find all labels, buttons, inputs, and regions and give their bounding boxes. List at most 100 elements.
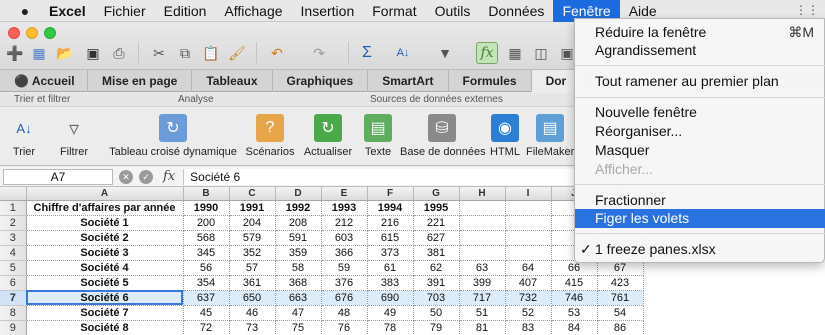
cell[interactable]: 1994 [367, 200, 414, 216]
cell[interactable]: 381 [413, 245, 460, 261]
tab-graphiques[interactable]: Graphiques [273, 70, 369, 92]
cell[interactable]: 423 [597, 275, 644, 291]
formula-builder-icon[interactable]: fx [476, 42, 498, 64]
cell[interactable]: 208 [275, 215, 322, 231]
cell[interactable]: 391 [413, 275, 460, 291]
cell[interactable]: 407 [505, 275, 552, 291]
column-header[interactable]: I [505, 187, 552, 201]
refresh-button[interactable]: ↻ Actualiser [300, 112, 356, 164]
cell[interactable]: 1991 [229, 200, 276, 216]
column-header[interactable]: G [413, 187, 460, 201]
cut-icon[interactable]: ✂ [148, 42, 170, 64]
cell[interactable]: 46 [229, 305, 276, 321]
cell[interactable]: 50 [413, 305, 460, 321]
cell[interactable]: 650 [229, 290, 276, 306]
new-workbook-icon[interactable]: ➕ [4, 42, 26, 64]
templates-icon[interactable]: ▦ [28, 42, 50, 64]
cell[interactable]: 676 [321, 290, 368, 306]
cell[interactable]: 216 [367, 215, 414, 231]
column-header[interactable]: F [367, 187, 414, 201]
cell[interactable] [459, 245, 506, 261]
name-box[interactable]: A7 [3, 168, 113, 185]
cell[interactable]: 204 [229, 215, 276, 231]
cell[interactable]: 627 [413, 230, 460, 246]
column-header[interactable]: D [275, 187, 322, 201]
cell[interactable]: Société 7 [26, 305, 184, 321]
cell[interactable]: 591 [275, 230, 322, 246]
column-header[interactable]: A [26, 187, 184, 201]
cell[interactable]: 49 [367, 305, 414, 321]
menu-item-split[interactable]: Fractionner [575, 191, 825, 210]
autosum-icon[interactable]: Σ [356, 42, 378, 64]
cell[interactable]: 57 [229, 260, 276, 276]
cell[interactable]: 345 [183, 245, 230, 261]
menu-item-bring-all-to-front[interactable]: Tout ramener au premier plan [575, 72, 825, 91]
copy-icon[interactable]: ⧉ [174, 42, 196, 64]
cell[interactable]: 732 [505, 290, 552, 306]
menu-extras-icon[interactable]: ⋮⋮ [795, 3, 819, 17]
cell[interactable]: 354 [183, 275, 230, 291]
close-window-icon[interactable] [8, 27, 20, 39]
cell[interactable]: Société 4 [26, 260, 184, 276]
cell[interactable]: 64 [505, 260, 552, 276]
filter-icon[interactable]: ▼ [434, 42, 456, 64]
sort-icon[interactable]: A↓ [392, 42, 414, 64]
paste-icon[interactable]: 📋 [200, 42, 222, 64]
cell[interactable]: 579 [229, 230, 276, 246]
filter-button[interactable]: ▿ Filtrer [54, 112, 94, 164]
tab-smartart[interactable]: SmartArt [368, 70, 449, 92]
menu-fichier[interactable]: Fichier [95, 0, 155, 22]
cell[interactable]: 51 [459, 305, 506, 321]
cancel-icon[interactable]: ✕ [119, 169, 133, 184]
cell[interactable] [505, 200, 552, 216]
cell[interactable]: 1990 [183, 200, 230, 216]
cell[interactable]: 75 [275, 320, 322, 335]
menu-outils[interactable]: Outils [426, 0, 480, 22]
cell[interactable]: 56 [183, 260, 230, 276]
menu-excel[interactable]: Excel [40, 0, 95, 22]
print-icon[interactable]: ⎙ [108, 42, 130, 64]
cell[interactable]: 72 [183, 320, 230, 335]
cell[interactable]: 79 [413, 320, 460, 335]
confirm-icon[interactable]: ✓ [139, 169, 153, 184]
cell[interactable]: 200 [183, 215, 230, 231]
cell[interactable] [459, 230, 506, 246]
menu-edition[interactable]: Edition [155, 0, 216, 22]
active-cell[interactable]: Société 6 [26, 290, 184, 306]
cell[interactable]: 73 [229, 320, 276, 335]
cell[interactable]: 717 [459, 290, 506, 306]
row-header[interactable]: 4 [0, 245, 27, 261]
column-header[interactable]: C [229, 187, 276, 201]
redo-icon[interactable]: ↷ [308, 42, 330, 64]
pivot-table-button[interactable]: ↻ Tableau croisé dynamique [108, 112, 238, 164]
cell[interactable]: 746 [551, 290, 598, 306]
cell[interactable]: 1992 [275, 200, 322, 216]
cell[interactable]: Société 2 [26, 230, 184, 246]
cell[interactable]: 76 [321, 320, 368, 335]
cell[interactable]: 690 [367, 290, 414, 306]
cell[interactable]: 48 [321, 305, 368, 321]
filemaker-button[interactable]: ▤ FileMaker [526, 112, 574, 164]
open-icon[interactable]: 📂 [54, 42, 76, 64]
cell[interactable]: 212 [321, 215, 368, 231]
cell[interactable]: 703 [413, 290, 460, 306]
tab-mise-en-page[interactable]: Mise en page [88, 70, 193, 92]
menu-affichage[interactable]: Affichage [215, 0, 291, 22]
media-browser-icon[interactable]: ▦ [504, 42, 526, 64]
cell[interactable]: 615 [367, 230, 414, 246]
cell[interactable]: 1993 [321, 200, 368, 216]
cell[interactable]: 415 [551, 275, 598, 291]
cell[interactable]: 761 [597, 290, 644, 306]
cell[interactable]: Société 3 [26, 245, 184, 261]
row-header[interactable]: 8 [0, 305, 27, 321]
cell[interactable] [459, 200, 506, 216]
sort-button[interactable]: A↓ Trier [4, 112, 44, 164]
save-icon[interactable]: ▣ [82, 42, 104, 64]
cell[interactable]: 352 [229, 245, 276, 261]
cell[interactable]: 63 [459, 260, 506, 276]
cell[interactable]: 53 [551, 305, 598, 321]
cell[interactable]: 59 [321, 260, 368, 276]
menu-item-zoom[interactable]: Agrandissement [575, 41, 825, 60]
tab-formules[interactable]: Formules [449, 70, 532, 92]
gallery-icon[interactable]: ◫ [530, 42, 552, 64]
